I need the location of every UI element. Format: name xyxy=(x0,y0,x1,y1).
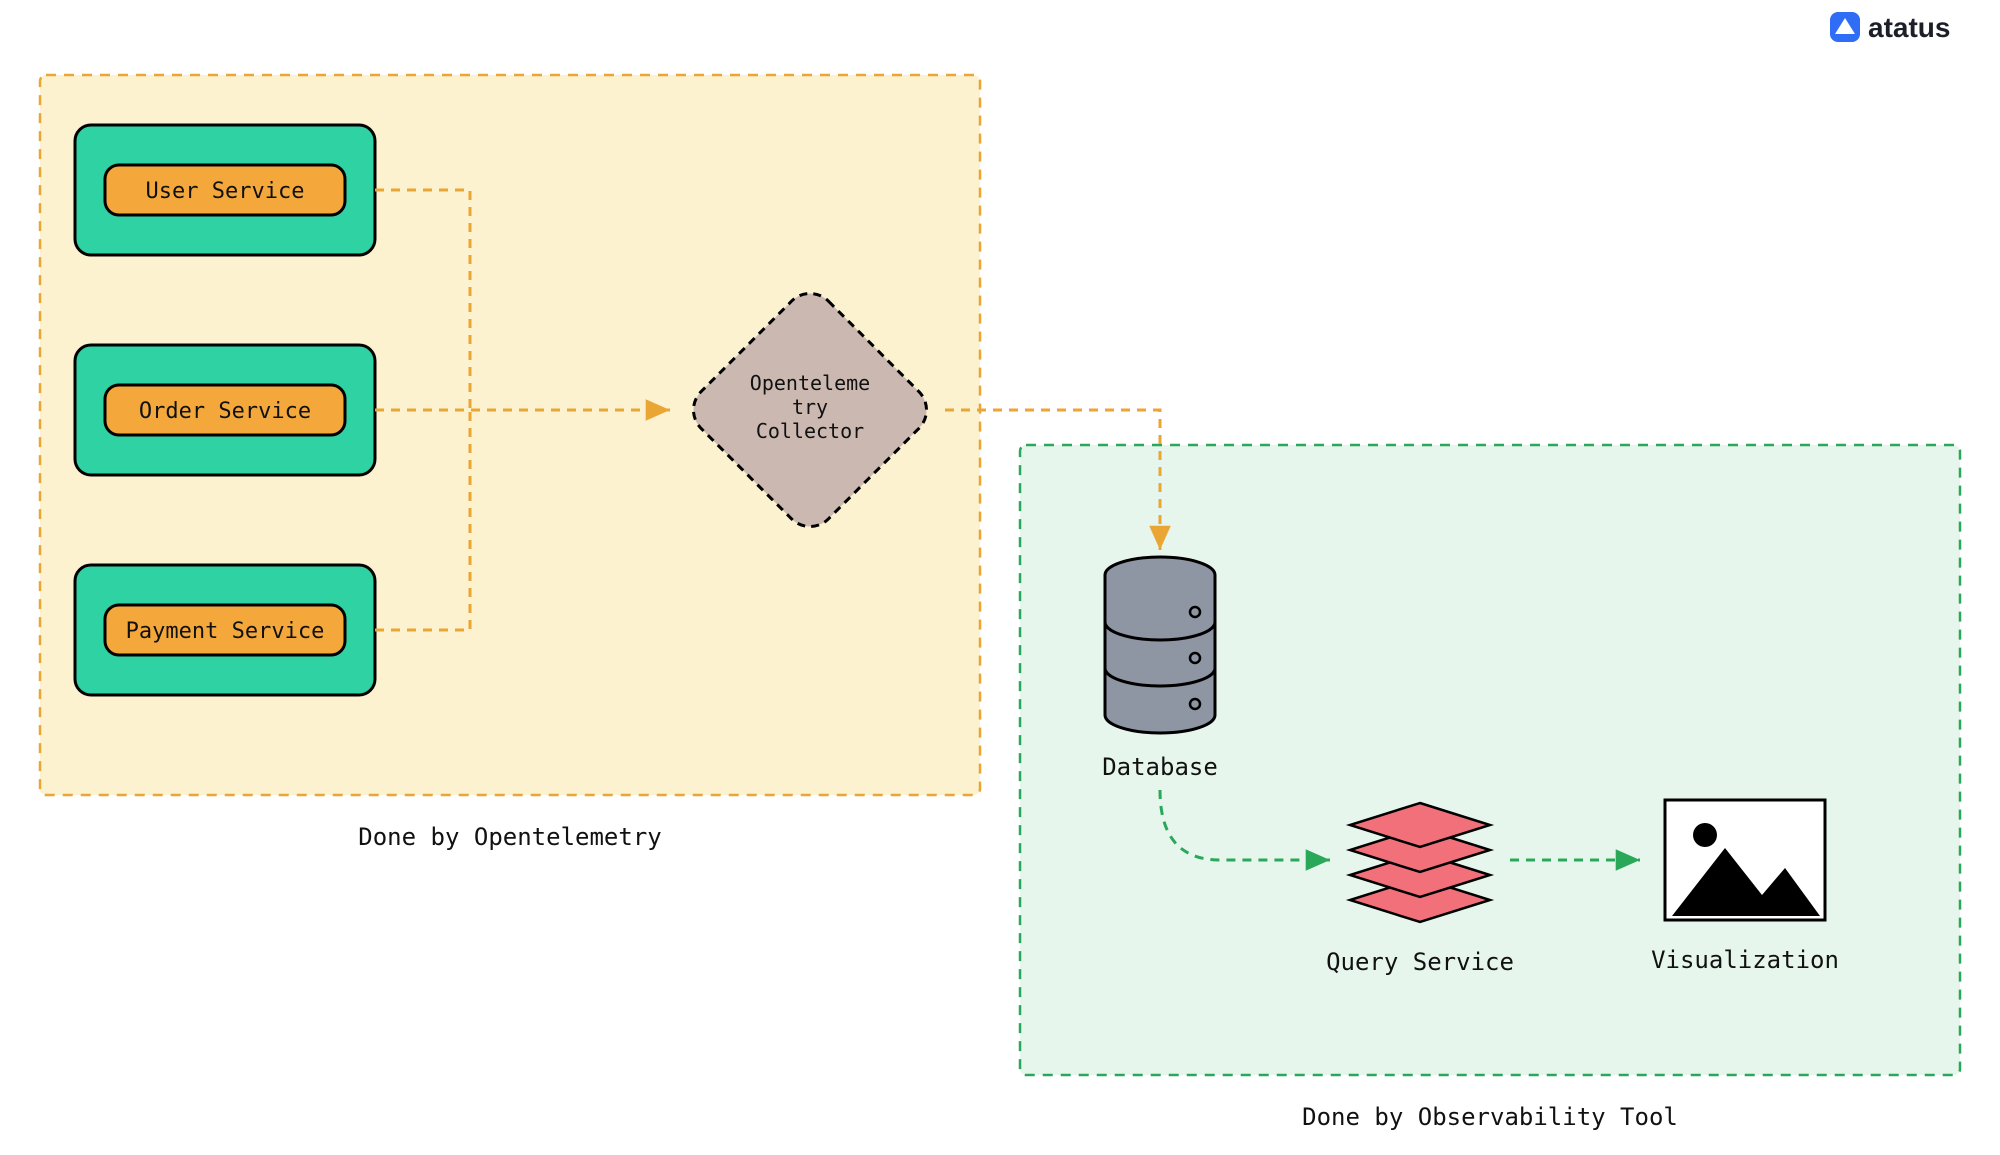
query-service-label: Query Service xyxy=(1326,948,1514,976)
visualization-node: Visualization xyxy=(1651,800,1839,974)
brand-text: atatus xyxy=(1868,12,1950,43)
service-payment-label: Payment Service xyxy=(126,619,325,644)
architecture-diagram: atatus Done by Opentelemetry Done by Obs… xyxy=(0,0,2000,1155)
service-payment: Payment Service xyxy=(75,565,375,695)
collector-label-2: try xyxy=(792,395,828,419)
visualization-label: Visualization xyxy=(1651,946,1839,974)
brand-logo: atatus xyxy=(1830,12,1950,43)
database-label: Database xyxy=(1102,753,1218,781)
collector-label-1: Openteleme xyxy=(750,371,870,395)
observability-region-label: Done by Observability Tool xyxy=(1302,1103,1678,1131)
opentelemetry-region-label: Done by Opentelemetry xyxy=(358,823,661,851)
service-user: User Service xyxy=(75,125,375,255)
collector-label-3: Collector xyxy=(756,419,864,443)
service-user-label: User Service xyxy=(146,179,305,204)
service-order-label: Order Service xyxy=(139,399,311,424)
service-order: Order Service xyxy=(75,345,375,475)
